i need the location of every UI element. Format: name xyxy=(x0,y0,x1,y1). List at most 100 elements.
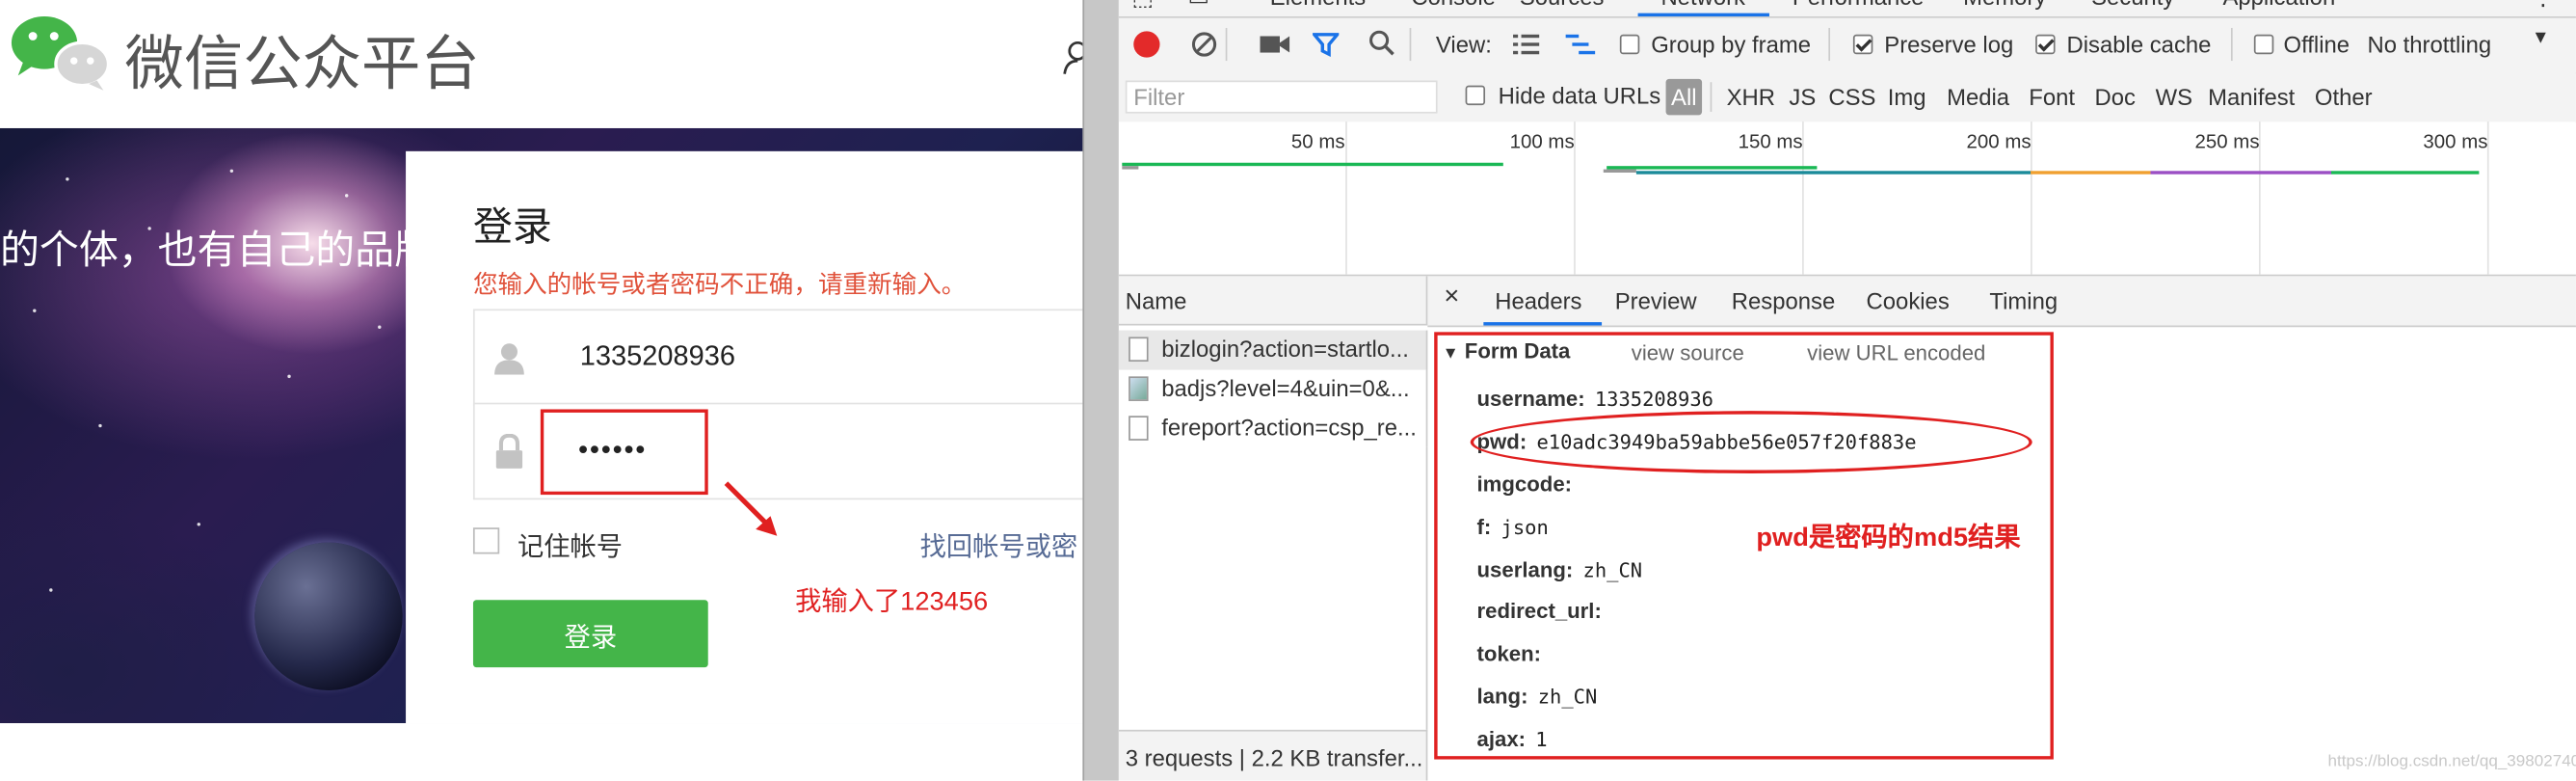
timeline-tick-label: 150 ms xyxy=(1738,129,1803,153)
camera-icon[interactable] xyxy=(1260,33,1290,61)
active-tab-indicator xyxy=(1637,13,1769,17)
annotation-arrow-icon xyxy=(716,476,788,557)
tab-preview[interactable]: Preview xyxy=(1615,287,1697,313)
filter-type-img[interactable]: Img xyxy=(1888,84,1926,110)
preserve-log-checkbox[interactable] xyxy=(1852,34,1873,55)
document-icon xyxy=(1129,337,1149,363)
username-input[interactable]: 1335208936 xyxy=(580,340,735,373)
filter-type-ws[interactable]: WS xyxy=(2156,84,2192,110)
timeline-tick-label: 50 ms xyxy=(1290,129,1345,153)
filter-separator xyxy=(1710,82,1713,112)
toolbar-separator xyxy=(1409,27,1412,62)
throttling-select[interactable]: No throttling xyxy=(2367,31,2491,57)
request-list-header[interactable]: Name xyxy=(1118,276,1428,326)
wechat-logo-icon[interactable] xyxy=(10,13,112,100)
tab-cookies[interactable]: Cookies xyxy=(1867,287,1950,313)
filter-type-js[interactable]: JS xyxy=(1789,84,1816,110)
timeline-bar xyxy=(2031,171,2151,175)
tab-elements[interactable]: Elements xyxy=(1270,0,1366,10)
timeline-bar xyxy=(1607,166,1818,170)
filter-bar: Filter Hide data URLs All XHR JS CSS Img… xyxy=(1118,72,2576,123)
request-detail-tabs: × Headers Preview Response Cookies Timin… xyxy=(1427,276,2576,328)
filter-type-font[interactable]: Font xyxy=(2029,84,2075,110)
user-icon[interactable] xyxy=(1061,40,1085,84)
remember-account-checkbox[interactable] xyxy=(472,527,500,554)
watermark: https://blog.csdn.net/qq_39802740 xyxy=(2327,752,2576,771)
filter-type-media[interactable]: Media xyxy=(1947,84,2009,110)
timeline-tick-label: 200 ms xyxy=(1966,129,2032,153)
group-by-frame-checkbox[interactable] xyxy=(1619,34,1640,55)
request-list-empty-area xyxy=(1118,446,1428,730)
recover-account-link[interactable]: 找回帐号或密 xyxy=(920,525,1078,564)
error-count-icon[interactable]: ● xyxy=(2462,0,2476,7)
document-icon xyxy=(1129,416,1149,441)
filter-type-all[interactable]: All xyxy=(1665,78,1703,116)
hide-data-urls-label: Hide data URLs xyxy=(1498,82,1661,109)
pwd-highlight-ellipse xyxy=(1470,411,2032,473)
tab-memory[interactable]: Memory xyxy=(1963,0,2046,10)
filter-type-doc[interactable]: Doc xyxy=(2094,84,2135,110)
login-button[interactable]: 登录 xyxy=(472,600,708,668)
large-rows-icon[interactable] xyxy=(1513,33,1540,61)
filter-input[interactable]: Filter xyxy=(1125,80,1438,114)
remember-account-label: 记住帐号 xyxy=(517,534,624,563)
group-by-frame-label: Group by frame xyxy=(1651,31,1812,58)
request-name: badjs?level=4&uin=0&... xyxy=(1161,374,1410,401)
record-icon[interactable] xyxy=(1133,31,1160,58)
chevron-down-icon[interactable]: ▼ xyxy=(2532,28,2550,47)
timeline-bar xyxy=(1635,171,2032,175)
network-toolbar: View: Group by frame Preserve log Disabl… xyxy=(1118,17,2576,74)
toolbar-separator xyxy=(1828,27,1831,62)
tab-sources[interactable]: Sources xyxy=(1520,0,1605,10)
request-summary: 3 requests | 2.2 KB transfer... xyxy=(1125,744,1423,771)
timeline-tick-label: 100 ms xyxy=(1509,129,1575,153)
username-field[interactable] xyxy=(472,309,1085,407)
filter-type-xhr[interactable]: XHR xyxy=(1727,84,1775,110)
page-footer-area xyxy=(0,723,1085,781)
login-error-message: 您输入的帐号或者密码不正确，请重新输入。 xyxy=(472,271,967,300)
disable-cache-label: Disable cache xyxy=(2066,31,2212,58)
name-column-header[interactable]: Name xyxy=(1126,287,1187,313)
offline-checkbox[interactable] xyxy=(2253,34,2274,55)
disable-cache-checkbox[interactable] xyxy=(2035,34,2056,55)
filter-icon[interactable] xyxy=(1311,31,1341,62)
search-icon[interactable] xyxy=(1368,30,1394,61)
hide-data-urls-checkbox[interactable] xyxy=(1465,85,1486,106)
request-row[interactable]: bizlogin?action=startlo... xyxy=(1118,330,1428,370)
user-icon xyxy=(475,310,544,404)
clear-icon[interactable] xyxy=(1191,31,1217,62)
toolbar-separator xyxy=(1225,27,1228,62)
password-highlight-box xyxy=(540,409,708,496)
timeline-bar xyxy=(1603,169,1636,173)
tab-response[interactable]: Response xyxy=(1732,287,1835,313)
tab-timing[interactable]: Timing xyxy=(1989,287,2058,313)
timeline-bar xyxy=(1122,166,1139,170)
filter-type-manifest[interactable]: Manifest xyxy=(2208,84,2295,110)
devtools-panel: ⬚ ▭ Elements Console Sources Network Per… xyxy=(1118,0,2576,781)
devtools-main-tabs: ⬚ ▭ Elements Console Sources Network Per… xyxy=(1118,0,2576,18)
view-label: View: xyxy=(1435,31,1492,58)
waterfall-view-icon[interactable] xyxy=(1565,33,1596,61)
tab-performance[interactable]: Performance xyxy=(1793,0,1925,10)
filter-type-other[interactable]: Other xyxy=(2315,84,2373,110)
tab-application[interactable]: Application xyxy=(2222,0,2335,10)
devtools-inspect-icon[interactable]: ⬚ xyxy=(1132,0,1155,12)
devtools-device-icon[interactable]: ▭ xyxy=(1187,0,1209,12)
network-overview-timeline[interactable]: 50 ms 100 ms 150 ms 200 ms 250 ms 300 ms xyxy=(1118,121,2576,277)
tab-network[interactable]: Network xyxy=(1660,0,1745,10)
tab-console[interactable]: Console xyxy=(1411,0,1496,10)
filter-type-css[interactable]: CSS xyxy=(1828,84,1875,110)
tab-security[interactable]: Security xyxy=(2091,0,2174,10)
request-row[interactable]: fereport?action=csp_re... xyxy=(1119,409,1428,449)
offline-label: Offline xyxy=(2283,31,2350,58)
request-row[interactable]: badjs?level=4&uin=0&... xyxy=(1119,369,1428,410)
network-status-bar: 3 requests | 2.2 KB transfer... xyxy=(1118,729,1428,781)
window-divider[interactable] xyxy=(1082,0,1119,781)
close-icon[interactable]: × xyxy=(1444,283,1459,312)
tab-headers[interactable]: Headers xyxy=(1495,287,1581,313)
more-menu-icon[interactable]: ⋮ xyxy=(2532,0,2555,12)
timeline-bar xyxy=(2150,171,2331,175)
request-name: fereport?action=csp_re... xyxy=(1161,414,1417,441)
timeline-tick-label: 300 ms xyxy=(2423,129,2488,153)
planet-graphic xyxy=(254,542,403,690)
